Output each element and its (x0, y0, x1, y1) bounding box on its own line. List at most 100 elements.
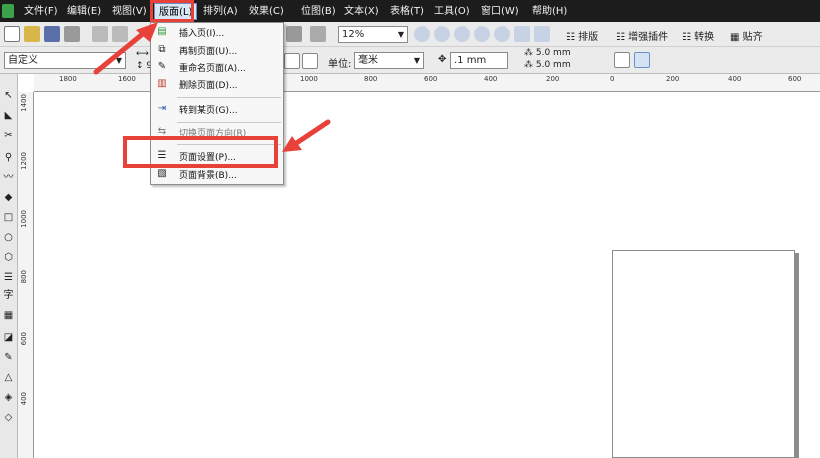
document-page[interactable] (612, 250, 795, 458)
basic-shapes-icon[interactable]: ☰ (1, 270, 16, 285)
app-launcher-icon[interactable] (310, 26, 326, 42)
goto-page-icon: ⇥ (157, 103, 167, 114)
menu-bar: 文件(F) 编辑(E) 视图(V) 版面(L) 排列(A) 效果(C) 位图(B… (0, 0, 820, 22)
menu-file[interactable]: 文件(F) (20, 3, 62, 20)
landscape-icon[interactable] (302, 53, 318, 69)
crop-tool-icon[interactable]: ✂ (1, 128, 16, 143)
portrait-icon[interactable] (284, 53, 300, 69)
ellipse-tool-icon[interactable]: ○ (1, 230, 16, 245)
text-tool-icon[interactable]: 字 (1, 288, 16, 303)
eyedropper-icon[interactable]: ✎ (1, 350, 16, 365)
shape-tool-icon[interactable]: ◣ (1, 108, 16, 123)
plugin-button[interactable]: ☷ 增强插件 (616, 28, 668, 43)
highlight-box-menu (150, 0, 194, 22)
menu-bitmap[interactable]: 位图(B) (297, 3, 340, 20)
page-background-icon: ▧ (157, 168, 167, 179)
zoom-level-select[interactable]: 12% ▼ (338, 26, 408, 43)
vertical-ruler: 1400 1200 1000 800 600 400 (18, 92, 34, 458)
open-folder-icon[interactable] (24, 26, 40, 42)
chevron-down-icon: ▼ (413, 56, 420, 65)
ruler-label: 200 (546, 75, 560, 83)
menu-text[interactable]: 文本(X) (340, 3, 383, 20)
menu-help[interactable]: 帮助(H) (528, 3, 571, 20)
ruler-label: 400 (728, 75, 742, 83)
menu-item-insert-page[interactable]: ▤ 插入页(I)... (151, 24, 283, 41)
fill-tool-icon[interactable]: ◈ (1, 390, 16, 405)
ruler-label: 1000 (20, 210, 28, 228)
nudge-input[interactable]: .1 mm (450, 52, 508, 69)
menu-item-delete-page[interactable]: ▥ 删除页面(D)... (151, 76, 283, 93)
new-document-icon[interactable] (4, 26, 20, 42)
nudge-icon: ✥ (438, 54, 447, 65)
menu-arrange[interactable]: 排列(A) (199, 3, 242, 20)
ruler-label: 600 (788, 75, 802, 83)
interactive-fill-icon[interactable]: ◇ (1, 410, 16, 425)
menu-table[interactable]: 表格(T) (386, 3, 428, 20)
layout-button[interactable]: ☷ 排版 (566, 28, 598, 43)
menu-separator (177, 122, 281, 123)
copy-icon[interactable] (112, 26, 128, 42)
insert-page-icon: ▤ (157, 26, 167, 37)
zoom-selected-icon[interactable] (454, 26, 470, 42)
menu-view[interactable]: 视图(V) (108, 3, 151, 20)
page-preset-select[interactable]: 自定义 ▼ (4, 52, 126, 69)
menu-edit[interactable]: 编辑(E) (63, 3, 105, 20)
ruler-label: 800 (20, 270, 28, 284)
cut-icon[interactable] (92, 26, 108, 42)
zoom-width-icon[interactable] (514, 26, 530, 42)
chevron-down-icon: ▼ (115, 56, 122, 65)
unit-select[interactable]: 毫米 ▼ (354, 52, 424, 69)
save-icon[interactable] (44, 26, 60, 42)
menu-window[interactable]: 窗口(W) (477, 3, 523, 20)
ruler-label: 600 (20, 332, 28, 346)
zoom-in-icon[interactable] (414, 26, 430, 42)
menu-effects[interactable]: 效果(C) (245, 3, 288, 20)
duplicate-y-field[interactable]: ⁂ 5.0 mm (524, 60, 571, 70)
zoom-out-icon[interactable] (434, 26, 450, 42)
duplicate-page-icon: ⧉ (158, 44, 166, 55)
menu-item-duplicate-page[interactable]: ⧉ 再制页面(U)... (151, 42, 283, 59)
pick-tool-icon[interactable]: ↖ (1, 88, 16, 103)
table-tool-icon[interactable]: ▦ (1, 308, 16, 323)
export-icon[interactable] (286, 26, 302, 42)
ruler-label: 400 (484, 75, 498, 83)
dimension-tool-icon[interactable]: ◪ (1, 330, 16, 345)
polygon-tool-icon[interactable]: ⬡ (1, 250, 16, 265)
page-frame-icon[interactable] (634, 52, 650, 68)
zoom-page-icon[interactable] (494, 26, 510, 42)
zoom-all-icon[interactable] (474, 26, 490, 42)
property-bar: 自定义▼ ⟷ 6 ↕ 9 单位: 毫米▼ ✥ .1 mm ⁂ 5.0 mm ⁂ … (0, 47, 820, 74)
toolbox: ↖ ◣ ✂ ⚲ 〰 ◆ □ ○ ⬡ ☰ 字 ▦ ◪ ✎ △ ◈ ◇ (0, 74, 18, 458)
menu-separator (177, 97, 281, 98)
ruler-label: 1800 (59, 75, 77, 83)
zoom-tool-icon[interactable]: ⚲ (1, 150, 16, 165)
menu-item-goto-page[interactable]: ⇥ 转到某页(G)... (151, 101, 283, 118)
ruler-label: 1400 (20, 94, 28, 112)
duplicate-x-field[interactable]: ⁂ 5.0 mm (524, 48, 571, 58)
convert-button[interactable]: ☷ 转换 (682, 28, 714, 43)
smart-fill-icon[interactable]: ◆ (1, 190, 16, 205)
outline-pen-icon[interactable]: △ (1, 370, 16, 385)
snap-button[interactable]: ▦ 贴齐 (730, 28, 763, 43)
unit-label: 单位: (328, 59, 352, 70)
menu-tools[interactable]: 工具(O) (430, 3, 474, 20)
menu-item-rename-page[interactable]: ✎ 重命名页面(A)... (151, 59, 283, 76)
print-icon[interactable] (64, 26, 80, 42)
ruler-label: 200 (666, 75, 680, 83)
freehand-tool-icon[interactable]: 〰 (1, 170, 16, 185)
units-icon[interactable] (614, 52, 630, 68)
ruler-label: 1000 (300, 75, 318, 83)
ruler-label: 1600 (118, 75, 136, 83)
highlight-box-page-setup (123, 136, 278, 168)
ruler-label: 1200 (20, 152, 28, 170)
ruler-label: 400 (20, 392, 28, 406)
chevron-down-icon: ▼ (397, 30, 404, 39)
menu-item-page-background[interactable]: ▧ 页面背景(B)... (151, 166, 283, 183)
zoom-height-icon[interactable] (534, 26, 550, 42)
delete-page-icon: ▥ (157, 78, 167, 89)
rename-page-icon: ✎ (157, 61, 167, 72)
standard-toolbar: 12% ▼ ☷ 排版 ☷ 增强插件 ☷ 转换 ▦ 贴齐 (0, 22, 820, 47)
rectangle-tool-icon[interactable]: □ (1, 210, 16, 225)
ruler-label: 600 (424, 75, 438, 83)
app-logo-icon (2, 4, 14, 18)
